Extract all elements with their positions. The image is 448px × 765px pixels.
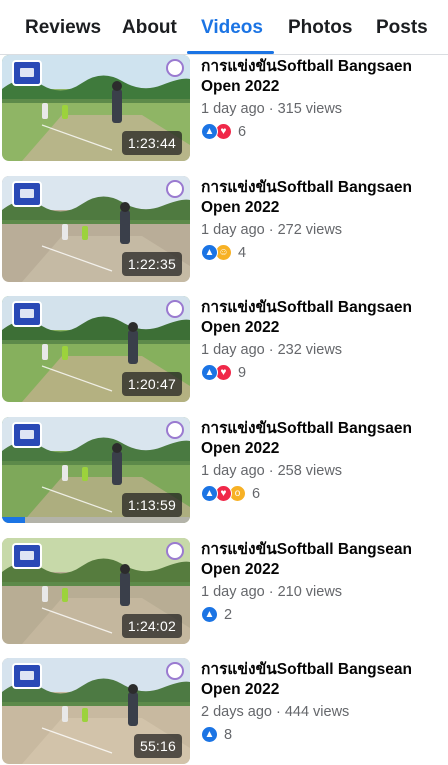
tab-videos[interactable]: Videos <box>201 17 263 39</box>
video-title[interactable]: การแข่งขันSoftball Bangsaen Open 2022 <box>201 419 448 459</box>
reaction-count: 9 <box>238 364 247 381</box>
video-title[interactable]: การแข่งขันSoftball Bangsaen Open 2022 <box>201 298 448 338</box>
video-thumbnail[interactable]: 1:13:59 <box>2 417 190 523</box>
video-item[interactable]: 1:24:02 การแข่งขันSoftball Bangsean Open… <box>0 538 448 646</box>
like-icon: ▲ <box>201 364 218 381</box>
like-icon: ▲ <box>201 485 218 502</box>
reactions-summary[interactable]: ▲ ☺ 4 <box>201 244 448 261</box>
reaction-count: 4 <box>238 244 247 261</box>
video-meta: 2 days ago · 444 views <box>201 704 350 720</box>
video-meta: 1 day ago · 232 views <box>201 342 343 358</box>
tab-reviews[interactable]: Reviews <box>25 17 101 39</box>
video-title[interactable]: การแข่งขันSoftball Bangsean Open 2022 <box>201 660 448 700</box>
event-logo <box>166 662 184 680</box>
video-item[interactable]: 1:23:44 การแข่งขันSoftball Bangsaen Open… <box>0 55 448 163</box>
channel-logo-badge <box>12 301 42 327</box>
channel-logo-badge <box>12 181 42 207</box>
watch-progress-fill <box>2 517 25 523</box>
video-thumbnail[interactable]: 1:23:44 <box>2 55 190 161</box>
like-icon: ▲ <box>201 726 218 743</box>
video-meta: 1 day ago · 258 views <box>201 463 343 479</box>
reaction-count: 6 <box>252 485 261 502</box>
video-thumbnail[interactable]: 1:24:02 <box>2 538 190 644</box>
video-duration: 1:22:35 <box>121 252 182 276</box>
video-item[interactable]: 1:22:35 การแข่งขันSoftball Bangsaen Open… <box>0 176 448 284</box>
video-duration: 1:20:47 <box>121 372 182 396</box>
channel-logo-badge <box>12 60 42 86</box>
tab-photos[interactable]: Photos <box>288 17 352 39</box>
video-info: การแข่งขันSoftball Bangsean Open 2022 2 … <box>201 660 448 743</box>
reactions-summary[interactable]: ▲ ♥ 6 <box>201 123 448 140</box>
video-meta: 1 day ago · 210 views <box>201 584 343 600</box>
channel-logo-badge <box>12 663 42 689</box>
video-info: การแข่งขันSoftball Bangsaen Open 2022 1 … <box>201 178 448 261</box>
event-logo <box>166 59 184 77</box>
event-logo <box>166 542 184 560</box>
channel-logo-badge <box>12 422 42 448</box>
tab-about[interactable]: About <box>122 17 177 39</box>
reaction-count: 8 <box>224 726 233 743</box>
video-item[interactable]: 55:16 การแข่งขันSoftball Bangsean Open 2… <box>0 658 448 765</box>
like-icon: ▲ <box>201 244 218 261</box>
tab-posts[interactable]: Posts <box>376 17 428 39</box>
reactions-summary[interactable]: ▲ ♥ o 6 <box>201 485 448 502</box>
video-title[interactable]: การแข่งขันSoftball Bangsaen Open 2022 <box>201 178 448 218</box>
like-icon: ▲ <box>201 123 218 140</box>
video-duration: 1:23:44 <box>121 131 182 155</box>
video-title[interactable]: การแข่งขันSoftball Bangsaen Open 2022 <box>201 57 448 97</box>
video-meta: 1 day ago · 272 views <box>201 222 343 238</box>
event-logo <box>166 180 184 198</box>
reactions-summary[interactable]: ▲ 8 <box>201 726 448 743</box>
reactions-summary[interactable]: ▲ ♥ 9 <box>201 364 448 381</box>
video-item[interactable]: 1:20:47 การแข่งขันSoftball Bangsaen Open… <box>0 296 448 404</box>
video-thumbnail[interactable]: 1:22:35 <box>2 176 190 282</box>
watch-progress-bar <box>2 517 190 523</box>
video-thumbnail[interactable]: 1:20:47 <box>2 296 190 402</box>
reaction-count: 6 <box>238 123 247 140</box>
video-info: การแข่งขันSoftball Bangsaen Open 2022 1 … <box>201 419 448 502</box>
video-item[interactable]: 1:13:59 การแข่งขันSoftball Bangsaen Open… <box>0 417 448 525</box>
video-duration: 1:13:59 <box>121 493 182 517</box>
channel-logo-badge <box>12 543 42 569</box>
video-title[interactable]: การแข่งขันSoftball Bangsean Open 2022 <box>201 540 448 580</box>
reaction-count: 2 <box>224 606 233 623</box>
active-tab-indicator <box>187 51 274 54</box>
video-info: การแข่งขันSoftball Bangsaen Open 2022 1 … <box>201 298 448 381</box>
like-icon: ▲ <box>201 606 218 623</box>
video-duration: 1:24:02 <box>121 614 182 638</box>
event-logo <box>166 300 184 318</box>
video-info: การแข่งขันSoftball Bangsaen Open 2022 1 … <box>201 57 448 140</box>
tab-bar: Reviews About Videos Photos Posts <box>0 0 448 55</box>
video-info: การแข่งขันSoftball Bangsean Open 2022 1 … <box>201 540 448 623</box>
video-meta: 1 day ago · 315 views <box>201 101 343 117</box>
reactions-summary[interactable]: ▲ 2 <box>201 606 448 623</box>
video-duration: 55:16 <box>133 734 182 758</box>
event-logo <box>166 421 184 439</box>
video-thumbnail[interactable]: 55:16 <box>2 658 190 764</box>
